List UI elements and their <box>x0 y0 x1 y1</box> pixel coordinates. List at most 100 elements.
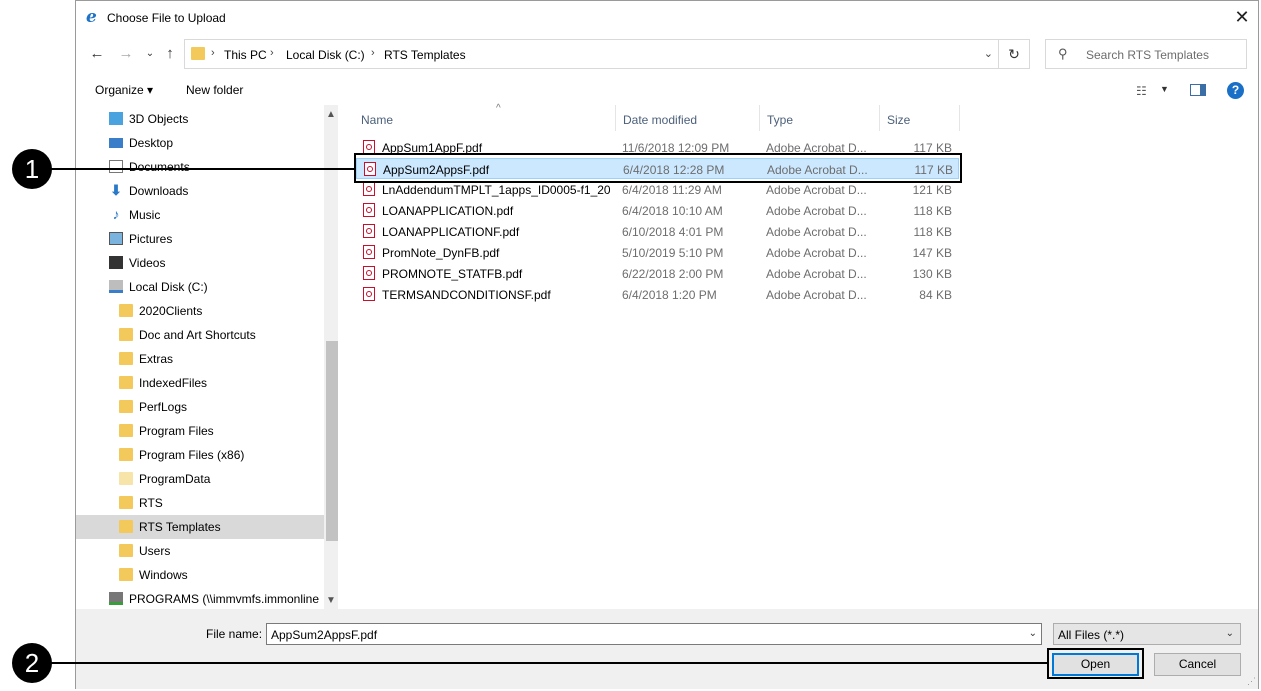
forward-arrow-icon[interactable]: → <box>116 44 136 64</box>
nav-item[interactable]: ProgramData <box>76 467 324 491</box>
nav-item-label: 2020Clients <box>139 304 203 318</box>
nav-item[interactable]: 2020Clients <box>76 299 324 323</box>
scroll-down-icon[interactable]: ▼ <box>326 595 336 606</box>
file-row[interactable]: PromNote_DynFB.pdf 5/10/2019 5:10 PM Adobe… <box>356 242 959 263</box>
file-type-cell: Adobe Acrobat D... <box>766 183 867 197</box>
title-bar: e Choose File to Upload ✕ <box>76 1 1258 34</box>
column-header-date[interactable]: Date modified <box>616 105 760 131</box>
breadcrumb-this-pc[interactable]: This PC <box>224 48 267 62</box>
pdf-file-icon <box>363 140 375 154</box>
file-type-cell: Adobe Acrobat D... <box>766 204 867 218</box>
file-row[interactable]: LOANAPPLICATIONF.pdf 6/10/2018 4:01 PM Ado… <box>356 221 959 242</box>
nav-item[interactable]: Extras <box>76 347 324 371</box>
nav-item[interactable]: Local Disk (C:) <box>76 275 324 299</box>
file-row[interactable]: TERMSANDCONDITIONSF.pdf 6/4/2018 1:20 PM A… <box>356 284 959 305</box>
breadcrumb-rts-templates[interactable]: RTS Templates <box>384 48 466 62</box>
nav-item[interactable]: IndexedFiles <box>76 371 324 395</box>
nav-item[interactable]: PerfLogs <box>76 395 324 419</box>
navigation-scrollbar[interactable]: ▲ ▼ <box>324 105 338 609</box>
folder-icon <box>119 352 133 365</box>
folder-icon <box>119 400 133 413</box>
nav-item-label: ProgramData <box>139 472 211 486</box>
folder-icon <box>119 496 133 509</box>
preview-pane-icon[interactable] <box>1190 84 1206 96</box>
file-size-cell: 147 KB <box>912 246 952 260</box>
nav-item[interactable]: RTS <box>76 491 324 515</box>
nav-item[interactable]: Doc and Art Shortcuts <box>76 323 324 347</box>
file-name-cell: LOANAPPLICATION.pdf <box>382 204 514 218</box>
folder-icon <box>119 544 133 557</box>
nav-item-label: Program Files (x86) <box>139 448 245 462</box>
folder-icon <box>191 47 205 60</box>
address-bar[interactable]: › This PC › Local Disk (C:) › RTS Templa… <box>184 39 1030 69</box>
pdf-file-icon <box>363 203 375 217</box>
nav-item[interactable]: RTS Templates <box>76 515 324 539</box>
column-header-size[interactable]: Size <box>880 105 960 131</box>
nav-item[interactable]: Documents <box>76 155 324 179</box>
file-row[interactable]: PROMNOTE_STATFB.pdf 6/22/2018 2:00 PM Adob… <box>356 263 959 284</box>
nav-item[interactable]: Desktop <box>76 131 324 155</box>
file-name-value: AppSum2AppsF.pdf <box>271 628 378 642</box>
view-options-dropdown-icon[interactable]: ▼ <box>1160 84 1169 94</box>
organize-button[interactable]: Organize ▾ <box>95 83 153 97</box>
search-box[interactable]: ⚲ Search RTS Templates <box>1045 39 1247 69</box>
search-placeholder: Search RTS Templates <box>1086 48 1209 62</box>
file-size-cell: 121 KB <box>912 183 952 197</box>
file-type-cell: Adobe Acrobat D... <box>766 267 867 281</box>
nav-item[interactable]: ⬇ Downloads <box>76 179 324 203</box>
file-size-cell: 84 KB <box>919 288 952 302</box>
nav-item-label: Desktop <box>129 136 174 150</box>
nav-item-label: Local Disk (C:) <box>129 280 208 294</box>
callout-2: 2 <box>12 643 52 683</box>
scroll-up-icon[interactable]: ▲ <box>326 109 336 120</box>
pdf-file-icon <box>363 182 375 196</box>
internet-explorer-icon: e <box>86 7 97 27</box>
column-header-type[interactable]: Type <box>760 105 880 131</box>
close-button[interactable]: ✕ <box>1226 1 1258 34</box>
nav-item[interactable]: Pictures <box>76 227 324 251</box>
search-icon: ⚲ <box>1058 46 1068 61</box>
cancel-button[interactable]: Cancel <box>1154 653 1241 676</box>
folder-icon <box>119 424 133 437</box>
file-type-dropdown-icon[interactable]: ⌄ <box>1226 628 1234 639</box>
new-folder-button[interactable]: New folder <box>186 83 243 97</box>
file-date-cell: 6/4/2018 11:29 AM <box>622 183 722 197</box>
file-name-cell: PROMNOTE_STATFB.pdf <box>382 267 523 281</box>
nav-item[interactable]: Videos <box>76 251 324 275</box>
column-header-name[interactable]: Name ^ <box>354 103 616 131</box>
file-row[interactable]: LOANAPPLICATION.pdf 6/4/2018 10:10 AM Adob… <box>356 200 959 221</box>
breadcrumb-local-disk[interactable]: Local Disk (C:) <box>286 48 365 62</box>
nav-item[interactable]: Users <box>76 539 324 563</box>
file-date-cell: 6/4/2018 10:10 AM <box>622 204 723 218</box>
file-type-cell: Adobe Acrobat D... <box>766 225 867 239</box>
help-icon[interactable]: ? <box>1227 82 1244 99</box>
file-type-filter[interactable]: All Files (*.*) ⌄ <box>1053 623 1241 645</box>
pdf-file-icon <box>363 287 375 301</box>
navigation-bar: ← → ⌄ ↑ › This PC › Local Disk (C:) › RT… <box>76 35 1258 73</box>
file-size-cell: 118 KB <box>913 225 952 239</box>
address-dropdown-icon[interactable]: ⌄ <box>984 47 993 60</box>
refresh-icon[interactable]: ↻ <box>998 40 1029 68</box>
nav-item[interactable]: ♪ Music <box>76 203 324 227</box>
file-name-dropdown-icon[interactable]: ⌄ <box>1029 628 1037 639</box>
up-arrow-icon[interactable]: ↑ <box>160 44 180 64</box>
nav-item[interactable]: Program Files <box>76 419 324 443</box>
change-view-icon[interactable]: ☷ <box>1136 84 1147 98</box>
nav-item[interactable]: PROGRAMS (\\immvmfs.immonline <box>76 587 324 609</box>
nav-item-label: IndexedFiles <box>139 376 208 390</box>
resize-grip-icon[interactable]: ⋰ <box>1247 676 1256 687</box>
nav-item-label: Downloads <box>129 184 189 198</box>
back-arrow-icon[interactable]: ← <box>87 44 107 64</box>
file-type-value: All Files (*.*) <box>1058 628 1125 642</box>
nav-item[interactable]: 3D Objects <box>76 107 324 131</box>
nav-item-label: Documents <box>129 160 190 174</box>
file-name-input[interactable]: AppSum2AppsF.pdf ⌄ <box>266 623 1042 645</box>
nav-item[interactable]: Program Files (x86) <box>76 443 324 467</box>
folder-icon <box>119 376 133 389</box>
nav-item-label: Windows <box>139 568 188 582</box>
window-title: Choose File to Upload <box>107 11 226 25</box>
file-name-label: File name: <box>206 627 263 641</box>
scrollbar-thumb[interactable] <box>326 341 338 541</box>
recent-locations-chevron-icon[interactable]: ⌄ <box>140 44 160 64</box>
nav-item[interactable]: Windows <box>76 563 324 587</box>
